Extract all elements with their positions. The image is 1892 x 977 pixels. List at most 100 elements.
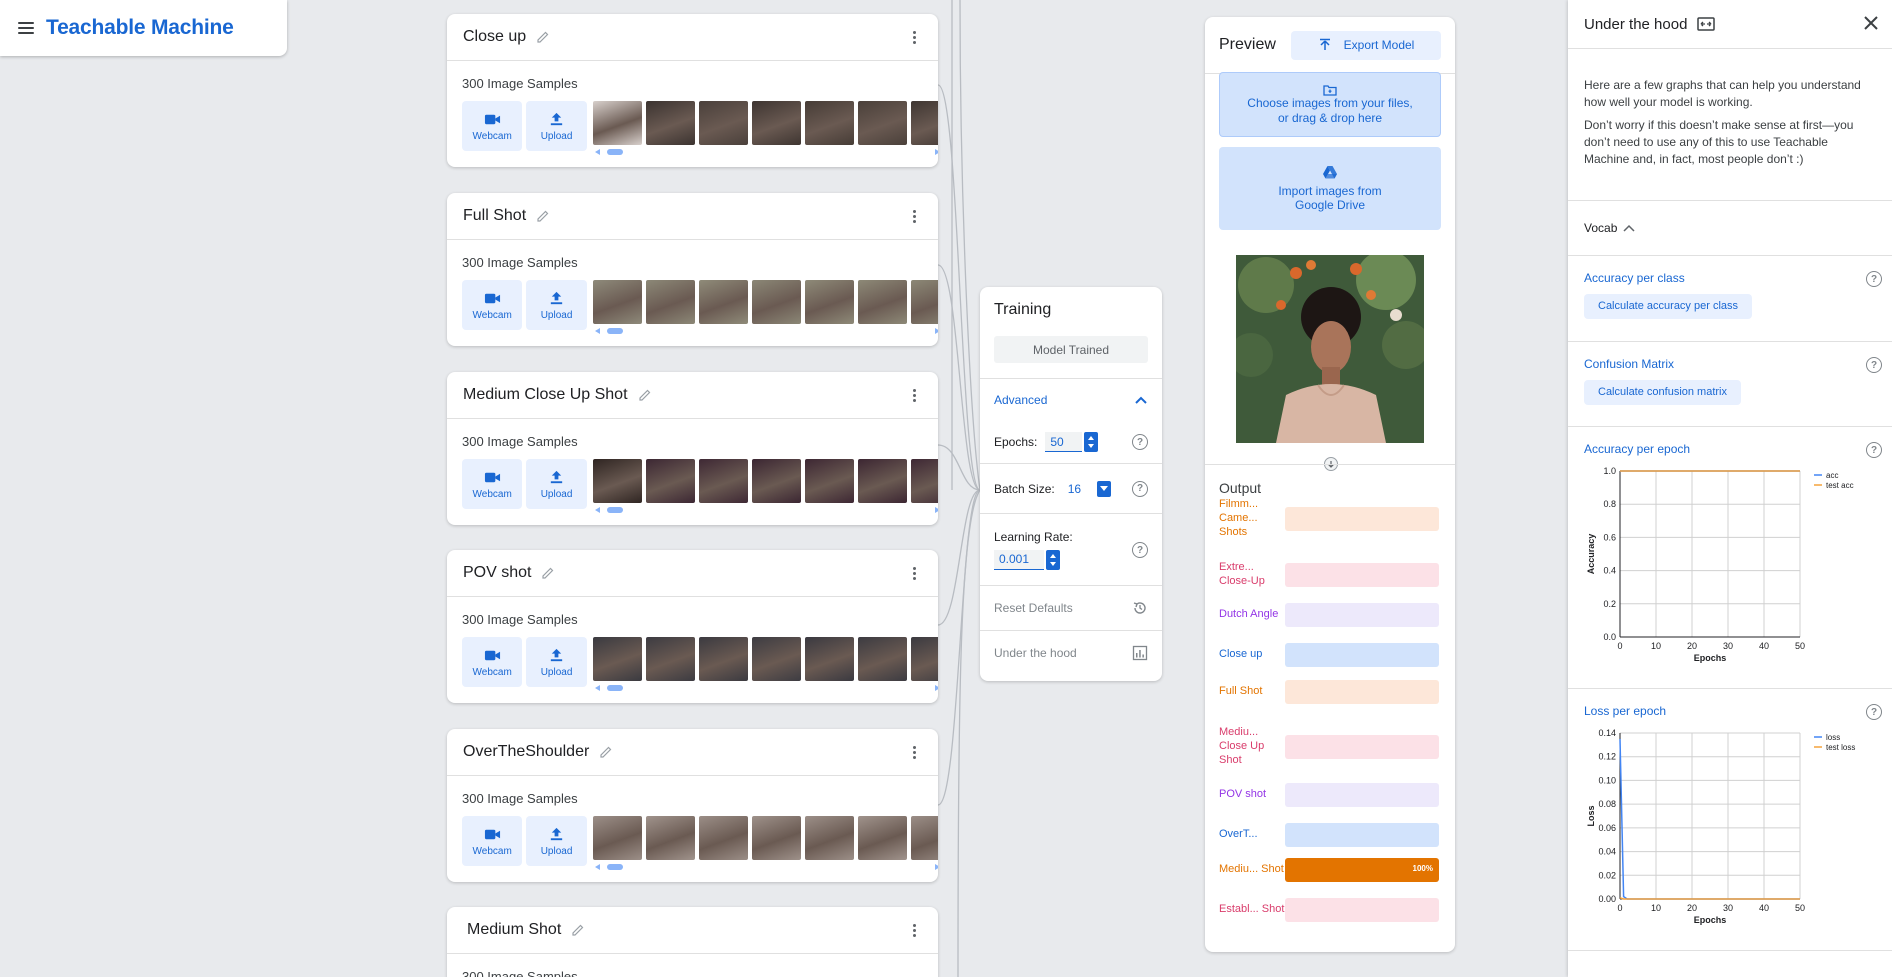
edit-pencil-icon[interactable]	[571, 923, 585, 937]
sample-thumbnail[interactable]	[857, 280, 907, 324]
sample-thumbnail[interactable]	[804, 816, 854, 860]
vocab-toggle[interactable]: Vocab	[1568, 201, 1892, 256]
sample-thumbnail[interactable]	[645, 101, 695, 145]
thumbnail-scrollbar[interactable]	[593, 327, 938, 335]
webcam-button[interactable]: Webcam	[462, 816, 523, 866]
app-title[interactable]: Teachable Machine	[46, 16, 234, 40]
sample-thumbnail[interactable]	[751, 637, 801, 681]
help-icon[interactable]: ?	[1866, 442, 1882, 458]
sample-thumbnails[interactable]	[592, 101, 938, 163]
help-icon[interactable]: ?	[1866, 271, 1882, 287]
sample-thumbnail[interactable]	[698, 280, 748, 324]
sample-thumbnails[interactable]	[592, 637, 938, 699]
thumbnail-scrollbar[interactable]	[593, 863, 938, 871]
file-drop-zone[interactable]: Choose images from your files, or drag &…	[1219, 72, 1441, 137]
close-icon[interactable]	[1862, 14, 1880, 32]
calculate-confusion-matrix-button[interactable]: Calculate confusion matrix	[1584, 380, 1742, 405]
more-options-icon[interactable]	[913, 567, 916, 580]
more-options-icon[interactable]	[913, 389, 916, 402]
google-drive-import-button[interactable]: Import images from Google Drive	[1219, 147, 1441, 230]
edit-pencil-icon[interactable]	[541, 566, 555, 580]
batch-size-select[interactable]: 16	[1062, 478, 1093, 499]
thumbnail-scrollbar[interactable]	[593, 148, 938, 156]
edit-pencil-icon[interactable]	[638, 388, 652, 402]
help-icon[interactable]: ?	[1132, 542, 1148, 558]
model-trained-button[interactable]: Model Trained	[994, 336, 1148, 363]
class-name[interactable]: Full Shot	[463, 207, 526, 225]
epochs-input[interactable]: 50	[1045, 432, 1083, 452]
sample-thumbnail[interactable]	[751, 816, 801, 860]
sample-thumbnail[interactable]	[857, 637, 907, 681]
class-name[interactable]: Close up	[463, 28, 526, 46]
sample-thumbnail[interactable]	[910, 280, 938, 324]
sample-thumbnail[interactable]	[804, 459, 854, 503]
upload-button[interactable]: Upload	[526, 101, 587, 151]
expand-panel-icon[interactable]	[1697, 17, 1716, 31]
sample-thumbnail[interactable]	[698, 101, 748, 145]
epochs-stepper[interactable]	[1084, 432, 1099, 452]
sample-thumbnail[interactable]	[804, 280, 854, 324]
class-name[interactable]: POV shot	[463, 564, 531, 582]
calculate-accuracy-button[interactable]: Calculate accuracy per class	[1584, 294, 1753, 319]
learning-rate-stepper[interactable]	[1046, 549, 1060, 570]
sample-thumbnail[interactable]	[592, 101, 642, 145]
sample-thumbnail[interactable]	[910, 101, 938, 145]
sample-thumbnail[interactable]	[698, 459, 748, 503]
class-name[interactable]: Medium Close Up Shot	[463, 386, 628, 404]
webcam-button[interactable]: Webcam	[462, 101, 523, 151]
webcam-button[interactable]: Webcam	[462, 637, 523, 687]
sample-thumbnail[interactable]	[857, 459, 907, 503]
advanced-toggle[interactable]: Advanced	[980, 378, 1162, 421]
sample-thumbnail[interactable]	[592, 816, 642, 860]
upload-button[interactable]: Upload	[526, 459, 587, 509]
sample-thumbnail[interactable]	[645, 637, 695, 681]
help-icon[interactable]: ?	[1866, 357, 1882, 373]
menu-icon[interactable]	[18, 22, 34, 34]
sample-thumbnail[interactable]	[645, 280, 695, 324]
under-the-hood-button[interactable]: Under the hood	[980, 630, 1162, 675]
upload-button[interactable]: Upload	[526, 637, 587, 687]
edit-pencil-icon[interactable]	[536, 209, 550, 223]
upload-button[interactable]: Upload	[526, 280, 587, 330]
help-icon[interactable]: ?	[1132, 480, 1148, 497]
sample-thumbnails[interactable]	[592, 459, 938, 521]
batch-size-dropdown-icon[interactable]	[1096, 480, 1111, 497]
sample-thumbnail[interactable]	[592, 459, 642, 503]
sample-thumbnail[interactable]	[857, 816, 907, 860]
sample-thumbnail[interactable]	[751, 459, 801, 503]
more-options-icon[interactable]	[913, 31, 916, 44]
sample-thumbnail[interactable]	[804, 637, 854, 681]
sample-thumbnail[interactable]	[751, 280, 801, 324]
class-name[interactable]: Medium Shot	[463, 921, 561, 939]
upload-button[interactable]: Upload	[526, 816, 587, 866]
sample-thumbnail[interactable]	[698, 637, 748, 681]
sample-thumbnail[interactable]	[645, 459, 695, 503]
sample-thumbnail[interactable]	[645, 816, 695, 860]
more-options-icon[interactable]	[913, 210, 916, 223]
learning-rate-input[interactable]: 0.001	[994, 549, 1044, 570]
more-options-icon[interactable]	[913, 746, 916, 759]
sample-thumbnail[interactable]	[910, 816, 938, 860]
more-options-icon[interactable]	[913, 924, 916, 937]
export-model-button[interactable]: Export Model	[1291, 30, 1441, 60]
help-icon[interactable]: ?	[1866, 704, 1882, 720]
sample-thumbnail[interactable]	[804, 101, 854, 145]
thumbnail-scrollbar[interactable]	[593, 506, 938, 514]
sample-thumbnail[interactable]	[592, 637, 642, 681]
reset-defaults-button[interactable]: Reset Defaults	[980, 585, 1162, 630]
help-icon[interactable]: ?	[1132, 434, 1148, 450]
sample-thumbnail[interactable]	[910, 637, 938, 681]
sample-thumbnails[interactable]	[592, 280, 938, 342]
sample-thumbnail[interactable]	[698, 816, 748, 860]
edit-pencil-icon[interactable]	[599, 745, 613, 759]
edit-pencil-icon[interactable]	[536, 30, 550, 44]
class-name[interactable]: OverTheShoulder	[463, 743, 589, 761]
webcam-button[interactable]: Webcam	[462, 459, 523, 509]
sample-thumbnail[interactable]	[910, 459, 938, 503]
thumbnail-scrollbar[interactable]	[593, 684, 938, 692]
sample-thumbnail[interactable]	[592, 280, 642, 324]
sample-thumbnails[interactable]	[592, 816, 938, 878]
webcam-button[interactable]: Webcam	[462, 280, 523, 330]
sample-thumbnail[interactable]	[857, 101, 907, 145]
sample-thumbnail[interactable]	[751, 101, 801, 145]
